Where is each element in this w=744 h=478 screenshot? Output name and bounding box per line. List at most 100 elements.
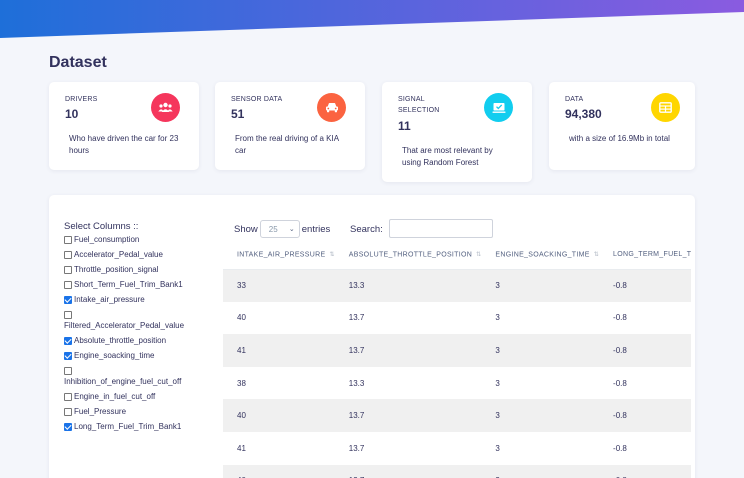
show-label: Show <box>234 223 258 235</box>
table-row: 4013.73-0.8 <box>223 464 692 478</box>
table-row: 33 13.3 3 -0.8 <box>223 269 692 302</box>
monitor-check-icon <box>484 93 513 122</box>
table-cell: -0.8 <box>599 431 692 465</box>
table-cell: 41 <box>223 334 335 367</box>
table-cell: 13.7 <box>334 334 482 367</box>
stat-label: SIGNAL SELECTION <box>398 96 440 114</box>
column-selector: Select Columns :: Fuel_consumptionAccele… <box>64 221 224 437</box>
column-header-label: INTAKE_AIR_PRESSURE <box>237 251 326 259</box>
column-checkbox[interactable] <box>64 408 72 416</box>
car-icon <box>317 93 346 122</box>
column-option[interactable]: Throttle_position_signal <box>64 265 224 274</box>
stat-description: That are most relevant by using Random F… <box>402 146 493 167</box>
chevron-down-icon: ⌄ <box>288 226 295 233</box>
table-cell: 13.7 <box>334 399 482 432</box>
table-icon <box>651 93 680 122</box>
table-cell: 3 <box>481 366 600 400</box>
table-cell: 13.3 <box>334 269 482 302</box>
column-option[interactable]: Fuel_Pressure <box>64 407 224 416</box>
table-cell: 40 <box>223 464 335 478</box>
entries-select[interactable]: 25 ⌄ <box>259 220 300 238</box>
column-selector-title: Select Columns :: <box>64 221 139 232</box>
stat-card-sensor-data: SENSOR DATA 51 From the real driving of … <box>215 82 365 170</box>
column-option[interactable]: Engine_soacking_time <box>64 351 224 360</box>
column-header[interactable]: INTAKE_AIR_PRESSURE ⇅ <box>223 241 335 270</box>
table-cell: 3 <box>481 334 600 367</box>
column-checkbox[interactable] <box>64 423 72 431</box>
column-option[interactable]: Accelerator_Pedal_value <box>64 250 224 259</box>
column-checkbox[interactable] <box>64 352 72 360</box>
column-option-label: Fuel_consumption <box>74 235 140 244</box>
stat-value: 94,380 <box>565 107 602 121</box>
stat-card-signal-selection: SIGNAL SELECTION 11 That are most releva… <box>382 82 532 182</box>
column-option-label: Intake_air_pressure <box>74 295 145 304</box>
column-checkbox[interactable] <box>64 337 72 345</box>
column-header[interactable]: ENGINE_SOACKING_TIME ⇅ <box>481 241 600 270</box>
column-option[interactable]: Fuel_consumption <box>64 235 224 244</box>
header-gradient-band <box>0 0 744 40</box>
column-option-label: Fuel_Pressure <box>74 407 127 416</box>
column-header[interactable]: LONG_TERM_FUEL_T <box>599 241 692 270</box>
column-checkbox[interactable] <box>64 251 72 259</box>
stat-label: DATA <box>565 96 584 103</box>
stat-value: 11 <box>398 119 411 133</box>
table-cell: -0.8 <box>599 269 692 302</box>
column-header-label: LONG_TERM_FUEL_T <box>613 251 692 259</box>
column-header-label: ENGINE_SOACKING_TIME <box>495 251 590 259</box>
column-option[interactable]: Long_Term_Fuel_Trim_Bank1 <box>64 422 224 431</box>
table-cell: 13.7 <box>334 431 482 465</box>
table-cell: 3 <box>481 399 600 432</box>
show-entries-control: Show 25 ⌄ entries <box>234 220 330 238</box>
table-cell: -0.8 <box>599 334 692 367</box>
table-cell: 38 <box>223 366 335 400</box>
stat-card-data: DATA 94,380 with a size of 16.9Mb in tot… <box>549 82 695 170</box>
column-option[interactable]: Filtered_Accelerator_Pedal_value <box>64 310 224 330</box>
table-cell: 41 <box>223 431 335 465</box>
column-checkbox[interactable] <box>64 367 72 375</box>
column-header[interactable]: ABSOLUTE_THROTTLE_POSITION ⇅ <box>334 241 482 270</box>
dataset-table-card: Select Columns :: Fuel_consumptionAccele… <box>49 195 695 478</box>
sort-icon: ⇅ <box>476 252 482 259</box>
column-checkbox[interactable] <box>64 266 72 274</box>
table-cell: 40 <box>223 301 335 335</box>
column-checkbox[interactable] <box>64 311 72 319</box>
column-option[interactable]: Absolute_throttle_position <box>64 336 224 345</box>
table-cell: 40 <box>223 399 335 432</box>
stat-value: 10 <box>65 107 79 121</box>
table-cell: -0.8 <box>599 464 692 478</box>
table-row: 38 13.3 3 -0.8 <box>223 366 692 400</box>
stat-value: 51 <box>231 107 245 121</box>
column-checkbox[interactable] <box>64 393 72 401</box>
table-row: 41 13.7 3 -0.8 <box>223 431 692 465</box>
column-option[interactable]: Intake_air_pressure <box>64 295 224 304</box>
column-option-label: Engine_soacking_time <box>74 351 155 360</box>
stat-description: From the real driving of a KIA car <box>235 134 339 155</box>
column-option-label: Short_Term_Fuel_Trim_Bank1 <box>74 280 183 289</box>
table-cell: 13.7 <box>334 301 482 335</box>
entries-label: entries <box>301 223 331 235</box>
column-option[interactable]: Engine_in_fuel_cut_off <box>64 392 224 401</box>
stat-label: SENSOR DATA <box>231 96 283 103</box>
table-row: 41 13.7 3 -0.8 <box>223 334 692 367</box>
table-cell: 13.3 <box>334 366 482 400</box>
users-icon <box>151 93 180 122</box>
table-cell: 33 <box>223 269 335 302</box>
search-input[interactable] <box>389 219 493 238</box>
column-checkbox[interactable] <box>64 296 72 304</box>
column-option[interactable]: Short_Term_Fuel_Trim_Bank1 <box>64 280 224 289</box>
entries-value: 25 <box>268 224 278 234</box>
page-title: Dataset <box>49 54 107 71</box>
data-table: INTAKE_AIR_PRESSURE ⇅ ABSOLUTE_THROTTLE_PO… <box>223 241 692 478</box>
table-cell: -0.8 <box>599 399 692 432</box>
column-option[interactable]: Inhibition_of_engine_fuel_cut_off <box>64 366 224 386</box>
sort-icon: ⇅ <box>593 252 600 259</box>
column-option-label: Long_Term_Fuel_Trim_Bank1 <box>74 422 182 431</box>
table-cell: 3 <box>481 431 600 465</box>
stat-card-drivers: DRIVERS 10 Who have driven the car for 2… <box>49 82 199 170</box>
table-cell: -0.8 <box>599 366 692 400</box>
table-cell: -0.8 <box>599 301 692 335</box>
column-option-label: Throttle_position_signal <box>74 265 159 274</box>
column-checkbox[interactable] <box>64 281 72 289</box>
column-checkbox[interactable] <box>64 236 72 244</box>
table-cell: 13.7 <box>334 464 482 478</box>
